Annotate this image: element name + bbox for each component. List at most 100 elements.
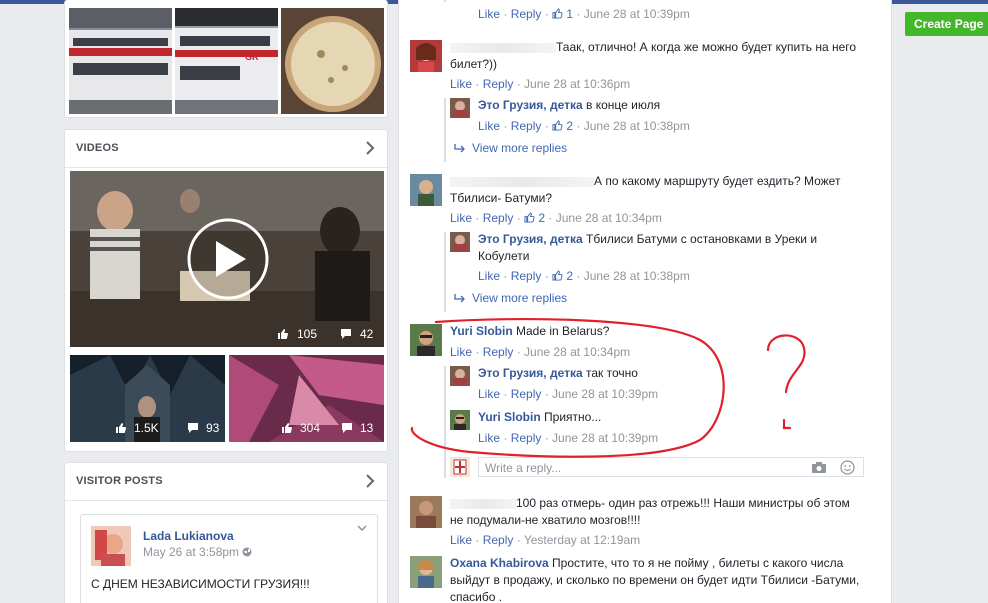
reply-link[interactable]: Reply — [511, 7, 542, 21]
reply-link[interactable]: Reply — [511, 269, 542, 283]
reply-link[interactable]: Reply — [483, 211, 514, 225]
reply-link[interactable]: Reply — [483, 533, 514, 547]
comment-icon — [341, 329, 351, 339]
like-count[interactable]: 2 — [566, 119, 573, 133]
chevron-right-icon[interactable] — [363, 140, 377, 156]
visitor-posts-header[interactable]: VISITOR POSTS — [65, 463, 387, 501]
avatar[interactable] — [410, 324, 442, 356]
reply-author[interactable]: Это Грузия, детка — [478, 366, 583, 380]
comment-time[interactable]: June 28 at 10:34pm — [556, 211, 662, 225]
comment-body: Yuri Slobin Made in Belarus? — [450, 323, 870, 340]
comment-time[interactable]: June 28 at 10:36pm — [524, 77, 630, 91]
comment-text-line2: не подумали-не хватило мозгов!!!! — [450, 513, 641, 527]
globe-icon — [242, 547, 252, 557]
avatar[interactable] — [450, 410, 470, 430]
comment-text: Таак, отлично! А когда же можно будет ку… — [556, 40, 857, 54]
like-link[interactable]: Like — [450, 345, 472, 359]
comment-text: А по какому маршруту будет ездить? Может — [594, 174, 841, 188]
post-author[interactable]: Lada Lukianova — [143, 529, 234, 543]
chevron-down-icon[interactable] — [357, 525, 367, 531]
comment-text: Простите, что то я не пойму , билеты с к… — [552, 556, 844, 570]
reply-author[interactable]: Это Грузия, детка — [478, 98, 583, 112]
small-video-1-likes-count: 1.5K — [134, 421, 159, 435]
reply-link[interactable]: Reply — [511, 387, 542, 401]
photo-train-2[interactable]: GR — [175, 8, 278, 114]
reply-body: Это Грузия, детка в конце июля — [478, 97, 858, 114]
comment-body: А по какому маршруту будет ездить? Может… — [450, 173, 870, 207]
comment-body: 100 раз отмерь- один раз отрежь!!! Наши … — [450, 495, 870, 529]
thumbs-up-icon — [552, 270, 563, 281]
reply-meta: Like · Reply · June 28 at 10:39pm — [478, 431, 659, 445]
reply-link[interactable]: Reply — [511, 119, 542, 133]
like-link[interactable]: Like — [478, 269, 500, 283]
like-count[interactable]: 2 — [538, 211, 545, 225]
like-link[interactable]: Like — [478, 7, 500, 21]
reply-meta: Like · Reply · 2 · June 28 at 10:38pm — [478, 119, 690, 133]
like-link[interactable]: Like — [478, 387, 500, 401]
avatar[interactable] — [450, 232, 470, 252]
small-video-2[interactable]: 304 13 — [229, 355, 384, 442]
avatar[interactable] — [410, 556, 442, 588]
small-video-1[interactable]: 1.5K 93 — [70, 355, 225, 442]
comment-time[interactable]: June 28 at 10:38pm — [584, 269, 690, 283]
comment-time[interactable]: June 28 at 10:39pm — [552, 431, 658, 445]
videos-header[interactable]: VIDEOS — [65, 130, 387, 168]
reply-input[interactable] — [485, 460, 785, 475]
comment-time[interactable]: June 28 at 10:39pm — [584, 7, 690, 21]
small-video-2-likes-count: 304 — [300, 421, 321, 435]
main-video-thumbnail[interactable]: 105 42 — [70, 171, 384, 347]
like-link[interactable]: Like — [478, 431, 500, 445]
small-video-2-likes: 304 — [281, 421, 320, 435]
chevron-right-icon[interactable] — [363, 473, 377, 489]
comment-time[interactable]: June 28 at 10:39pm — [552, 387, 658, 401]
comment-author[interactable]: Yuri Slobin — [450, 324, 513, 338]
reply-link[interactable]: Reply — [511, 431, 542, 445]
reply-arrow-icon — [454, 144, 465, 153]
reply-meta: Like · Reply · 2 · June 28 at 10:38pm — [478, 269, 690, 283]
reply-text: так точно — [586, 366, 638, 380]
view-more-replies-link[interactable]: View more replies — [454, 141, 567, 155]
photo-pizza[interactable] — [281, 8, 384, 114]
avatar[interactable] — [410, 496, 442, 528]
redacted-name — [450, 176, 594, 187]
photo-train-1[interactable] — [69, 8, 172, 114]
comment-icon — [188, 423, 198, 433]
comment-meta: Like · Reply · June 28 at 10:34pm — [450, 345, 631, 359]
comment-text-line3: спасибо . — [450, 590, 503, 603]
reply-link[interactable]: Reply — [483, 345, 514, 359]
thumbs-up-icon — [116, 423, 126, 433]
reply-link[interactable]: Reply — [483, 77, 514, 91]
comment-meta: Like · Reply · 1 · June 28 at 10:39pm — [478, 7, 690, 21]
like-count[interactable]: 2 — [566, 269, 573, 283]
comment-author[interactable]: Oxana Khabirova — [450, 556, 549, 570]
comment-meta: Like · Reply · Yesterday at 12:19am — [450, 533, 641, 547]
reply-text-line2: Кобулети — [478, 249, 530, 263]
create-page-button[interactable]: Create Page — [905, 12, 988, 36]
post-text: С ДНЕМ НЕЗАВИСИМОСТИ ГРУЗИЯ!!! — [91, 577, 310, 591]
camera-icon[interactable] — [811, 461, 827, 474]
avatar[interactable] — [410, 40, 442, 72]
like-count[interactable]: 1 — [566, 7, 573, 21]
comment-body: Oxana Khabirova Простите, что то я не по… — [450, 555, 870, 603]
reply-author[interactable]: Это Грузия, детка — [478, 232, 583, 246]
reply-author[interactable]: Yuri Slobin — [478, 410, 541, 424]
avatar[interactable] — [410, 174, 442, 206]
view-more-replies-link[interactable]: View more replies — [454, 291, 567, 305]
comment-time[interactable]: June 28 at 10:38pm — [584, 119, 690, 133]
main-video-likes: 105 — [277, 327, 317, 341]
comment-time[interactable]: June 28 at 10:34pm — [524, 345, 630, 359]
emoji-icon[interactable] — [840, 460, 855, 475]
avatar[interactable] — [91, 526, 131, 566]
avatar — [450, 457, 470, 477]
like-link[interactable]: Like — [478, 119, 500, 133]
comment-text-line2: Тбилиси- Батуми? — [450, 191, 553, 205]
avatar[interactable] — [450, 366, 470, 386]
like-link[interactable]: Like — [450, 77, 472, 91]
avatar[interactable] — [450, 98, 470, 118]
like-link[interactable]: Like — [450, 211, 472, 225]
like-link[interactable]: Like — [450, 533, 472, 547]
comment-text-line2: билет?)) — [450, 57, 498, 71]
comment-time[interactable]: Yesterday at 12:19am — [524, 533, 640, 547]
post-date[interactable]: May 26 at 3:58pm — [143, 545, 252, 559]
reply-composer — [478, 457, 864, 477]
